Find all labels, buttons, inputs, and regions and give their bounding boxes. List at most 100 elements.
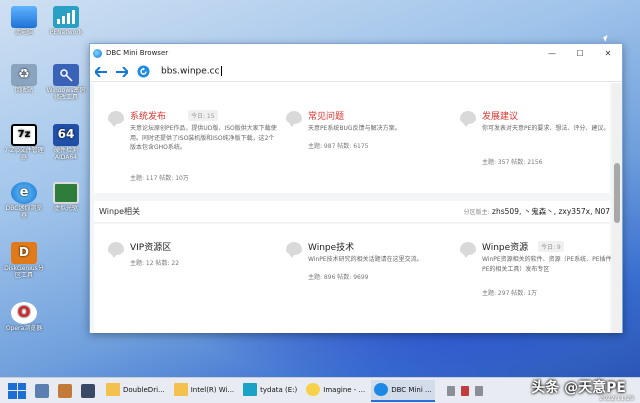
forum-name[interactable]: 系统发布 [130, 109, 166, 122]
desktop-icon-label: DiskGenius分区工具 [4, 265, 44, 279]
forum-bubble-icon [460, 242, 476, 258]
taskbar-app[interactable]: tydata (E:) [240, 380, 300, 402]
taskbar-app-label: tydata (E:) [260, 385, 298, 394]
forum-name[interactable]: Winpe技术 [308, 240, 354, 253]
taskbar-app-label: DBC Mini ... [391, 385, 432, 394]
drive-icon [243, 383, 258, 396]
forum-stats: 主题: 357 帖数: 2156 [482, 159, 543, 166]
forum-stats: 主题: 117 帖数: 10万 [130, 175, 189, 182]
desktop-icon-label: 此电脑 [14, 29, 33, 36]
moderators: 分区版主: zhs509, 丶鬼森丶, zxy357x, N07 [464, 206, 610, 217]
desktop-icon-password-tool[interactable]: Windows密码修改工具 [46, 64, 86, 102]
refresh-icon[interactable] [136, 65, 150, 79]
window-title: DBC Mini Browser [106, 49, 169, 57]
browser-icon: e [11, 182, 37, 204]
forum-stats: 主题: 987 帖数: 6175 [308, 143, 369, 150]
tray-icon[interactable] [474, 385, 483, 396]
browser-toolbar: bbs.winpe.cc [90, 62, 622, 82]
scrollbar-thumb[interactable] [614, 163, 620, 223]
close-button[interactable]: ✕ [594, 49, 622, 58]
maximize-button[interactable]: ☐ [566, 49, 594, 58]
desktop-icon-dbc-browser[interactable]: e DBC迷你浏览器 [4, 182, 44, 220]
desktop-icon-aida64[interactable]: 64 硬件检测AIDA64 [46, 124, 86, 162]
desktop-icon-label: Opera浏览器 [5, 325, 43, 332]
address-text: bbs.winpe.cc [161, 66, 220, 77]
screen-pinned-icon[interactable] [81, 383, 95, 398]
tools-pinned-icon[interactable] [58, 383, 72, 398]
forum-name[interactable]: Winpe资源 [482, 240, 528, 253]
tray-icon[interactable] [446, 385, 455, 396]
desktop-icon-label: 硬件检测AIDA64 [53, 147, 78, 161]
taskbar-app[interactable]: Intel(R) Wi... [171, 380, 237, 402]
start-button[interactable] [8, 382, 26, 399]
folder-icon [173, 383, 188, 396]
forum-description: 你可发表对天意PE的要求、想法、评分、建议。 [482, 125, 610, 132]
browser-icon [374, 383, 389, 396]
section-title[interactable]: Winpe相关 [99, 206, 140, 217]
desktop-icon-label: 回收站 [14, 87, 33, 94]
aida64-icon: 64 [53, 124, 79, 146]
today-badge: 今日: 15 [188, 110, 218, 121]
desktop-icon-label: PENetwork [49, 29, 83, 36]
imagine-icon [306, 383, 321, 396]
taskbar-app-label: Intel(R) Wi... [190, 385, 235, 394]
forum-bubble-icon [286, 111, 302, 127]
address-bar[interactable]: bbs.winpe.cc [161, 66, 222, 77]
forum-name[interactable]: VIP资源区 [130, 240, 171, 253]
forum-stats: 主题: 896 帖数: 9699 [308, 274, 369, 281]
desktop-icon-7zip[interactable]: 7z 7-Zip文件管理器 [4, 124, 44, 162]
forum-stats: 主题: 297 帖数: 1万 [482, 290, 538, 297]
moderators-label: 分区版主: [463, 209, 490, 216]
tray-icon[interactable] [460, 385, 469, 396]
desktop-icon-diskgenius[interactable]: D DiskGenius分区工具 [4, 242, 44, 280]
watermark: 头条 @天意PE [531, 380, 626, 396]
7zip-icon: 7z [11, 124, 37, 146]
desktop-icon-opera[interactable]: O Opera浏览器 [4, 302, 44, 333]
forum-bubble-icon [108, 242, 124, 258]
network-icon [53, 6, 79, 28]
forum-name[interactable]: 常见问题 [308, 109, 344, 122]
moderator-list[interactable]: zhs509, 丶鬼森丶, zxy357x, N07 [492, 207, 610, 216]
back-arrow-icon[interactable] [94, 65, 108, 79]
vertical-scrollbar[interactable] [612, 83, 622, 333]
forward-arrow-icon[interactable] [115, 65, 129, 79]
forum-panel-top: 系统发布 今日: 15 天意论坛原创PE作品，提供UD版、ISO版供大家下载使用… [94, 83, 610, 193]
forum-description: 天意论坛原创PE作品，提供UD版、ISO版供大家下载使用。同时还提供了ISO装机… [130, 125, 277, 152]
desktop-icon-virtual-drive[interactable]: 虚拟光驱 [46, 182, 86, 213]
forum-bubble-icon [108, 111, 124, 127]
section-header: Winpe相关 分区版主: zhs509, 丶鬼森丶, zxy357x, N07 [94, 201, 610, 223]
clock-date[interactable]: 2022/11/29 [599, 395, 634, 402]
today-badge: 今日: 9 [538, 241, 564, 252]
mouse-cursor-icon [603, 35, 610, 42]
taskbar-app[interactable]: Imagine - ... [303, 380, 368, 402]
file-explorer-pinned-icon[interactable] [35, 383, 49, 398]
title-bar[interactable]: DBC Mini Browser — ☐ ✕ [90, 44, 622, 62]
virtual-drive-icon [53, 182, 79, 204]
desktop-icon-label: 7-Zip文件管理器 [4, 147, 44, 161]
forum-description: WinPE技术研究的相关话题请在这里交流。 [308, 256, 423, 263]
forum-description: 天意PE系统BUG反馈与解决方案。 [308, 125, 401, 132]
desktop-icon-recycle-bin[interactable]: ♻ 回收站 [4, 64, 44, 95]
folder-icon [106, 383, 120, 396]
desktop-icon-label: 虚拟光驱 [53, 205, 78, 212]
page-content: 系统发布 今日: 15 天意论坛原创PE作品，提供UD版、ISO版供大家下载使用… [90, 83, 614, 333]
diskgenius-icon: D [11, 242, 37, 264]
desktop-icon-this-pc[interactable]: 此电脑 [4, 6, 44, 37]
forum-bubble-icon [460, 111, 476, 127]
opera-icon: O [11, 302, 37, 324]
taskbar-app-label: DoubleDri... [123, 385, 165, 394]
browser-window[interactable]: DBC Mini Browser — ☐ ✕ bbs.winpe.cc 系统发布… [89, 43, 623, 333]
minimize-button[interactable]: — [538, 49, 566, 58]
text-caret [220, 66, 222, 77]
taskbar-app-label: Imagine - ... [323, 385, 366, 394]
desktop-icon-penetwork[interactable]: PENetwork [46, 6, 86, 37]
taskbar-app-active[interactable]: DBC Mini ... [371, 379, 435, 402]
forum-bubble-icon [286, 242, 302, 258]
desktop-icon-label: DBC迷你浏览器 [5, 205, 43, 219]
forum-panel-bottom: VIP资源区 主题: 12 帖数: 22 Winpe技术 WinPE技术研究的相… [94, 224, 614, 333]
recycle-bin-icon: ♻ [11, 64, 37, 86]
forum-name[interactable]: 发展建议 [482, 109, 518, 122]
computer-icon [11, 6, 37, 28]
browser-app-icon [93, 48, 102, 58]
taskbar-app[interactable]: DoubleDri... [103, 380, 168, 402]
